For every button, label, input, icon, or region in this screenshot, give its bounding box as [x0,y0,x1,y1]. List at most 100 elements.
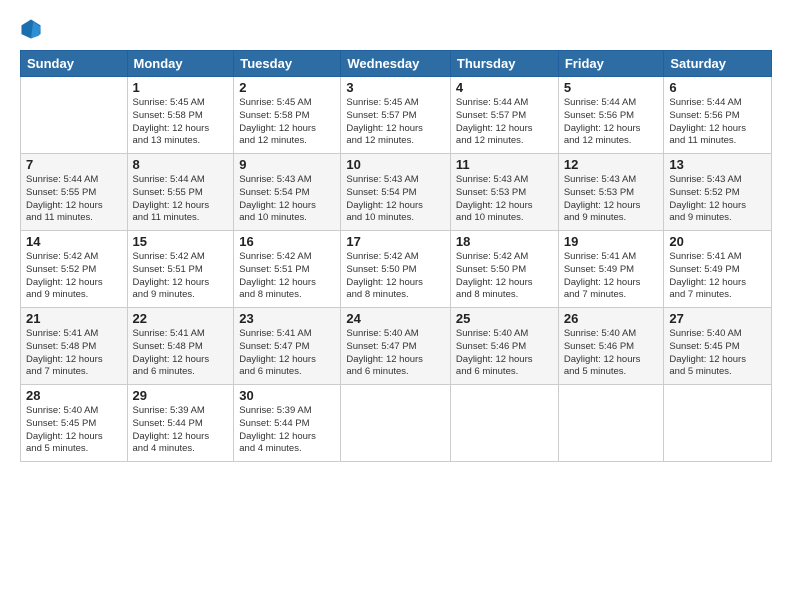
day-number: 3 [346,80,445,95]
cell-info: Sunrise: 5:43 AM Sunset: 5:54 PM Dayligh… [346,174,445,225]
cell-content [26,80,122,150]
calendar-cell: 6 Sunrise: 5:44 AM Sunset: 5:56 PM Daylig… [664,77,772,154]
cell-info: Sunrise: 5:40 AM Sunset: 5:46 PM Dayligh… [564,328,659,379]
calendar-cell: 3Sunrise: 5:45 AM Sunset: 5:57 PM Daylig… [341,77,451,154]
cell-content: 28Sunrise: 5:40 AM Sunset: 5:45 PM Dayli… [26,388,122,458]
day-number: 30 [239,388,335,403]
cell-info: Sunrise: 5:44 AM Sunset: 5:56 PM Dayligh… [669,97,766,148]
calendar-week-row: 1 Sunrise: 5:45 AM Sunset: 5:58 PM Daylig… [21,77,772,154]
calendar-cell: 26Sunrise: 5:40 AM Sunset: 5:46 PM Dayli… [558,308,664,385]
calendar-cell: 19 Sunrise: 5:41 AM Sunset: 5:49 PM Dayli… [558,231,664,308]
logo [20,18,48,40]
calendar-cell [21,77,128,154]
day-number: 24 [346,311,445,326]
day-number: 15 [133,234,229,249]
calendar-cell [558,385,664,462]
day-number: 21 [26,311,122,326]
day-number: 27 [669,311,766,326]
cell-content: 2Sunrise: 5:45 AM Sunset: 5:58 PM Daylig… [239,80,335,150]
cell-content: 29 Sunrise: 5:39 AM Sunset: 5:44 PM Dayli… [133,388,229,458]
cell-content [564,388,659,458]
calendar-cell: 22 Sunrise: 5:41 AM Sunset: 5:48 PM Dayli… [127,308,234,385]
cell-info: Sunrise: 5:42 AM Sunset: 5:51 PM Dayligh… [133,251,229,302]
cell-content: 30 Sunrise: 5:39 AM Sunset: 5:44 PM Dayli… [239,388,335,458]
cell-content: 7 Sunrise: 5:44 AM Sunset: 5:55 PM Daylig… [26,157,122,227]
calendar-week-row: 7 Sunrise: 5:44 AM Sunset: 5:55 PM Daylig… [21,154,772,231]
cell-content [346,388,445,458]
cell-info: Sunrise: 5:41 AM Sunset: 5:49 PM Dayligh… [564,251,659,302]
calendar-cell: 2Sunrise: 5:45 AM Sunset: 5:58 PM Daylig… [234,77,341,154]
day-number: 7 [26,157,122,172]
calendar-table: SundayMondayTuesdayWednesdayThursdayFrid… [20,50,772,462]
day-number: 4 [456,80,553,95]
cell-info: Sunrise: 5:44 AM Sunset: 5:56 PM Dayligh… [564,97,659,148]
cell-content: 21 Sunrise: 5:41 AM Sunset: 5:48 PM Dayli… [26,311,122,381]
calendar-cell [341,385,451,462]
calendar-cell: 23Sunrise: 5:41 AM Sunset: 5:47 PM Dayli… [234,308,341,385]
cell-info: Sunrise: 5:42 AM Sunset: 5:50 PM Dayligh… [346,251,445,302]
day-number: 22 [133,311,229,326]
day-number: 17 [346,234,445,249]
calendar-cell: 12 Sunrise: 5:43 AM Sunset: 5:53 PM Dayli… [558,154,664,231]
calendar-cell: 18 Sunrise: 5:42 AM Sunset: 5:50 PM Dayli… [450,231,558,308]
cell-info: Sunrise: 5:42 AM Sunset: 5:50 PM Dayligh… [456,251,553,302]
calendar-cell: 14 Sunrise: 5:42 AM Sunset: 5:52 PM Dayli… [21,231,128,308]
cell-info: Sunrise: 5:43 AM Sunset: 5:53 PM Dayligh… [564,174,659,225]
calendar-cell: 29 Sunrise: 5:39 AM Sunset: 5:44 PM Dayli… [127,385,234,462]
day-number: 6 [669,80,766,95]
calendar-cell: 16Sunrise: 5:42 AM Sunset: 5:51 PM Dayli… [234,231,341,308]
cell-content: 16Sunrise: 5:42 AM Sunset: 5:51 PM Dayli… [239,234,335,304]
calendar-cell [450,385,558,462]
col-header-saturday: Saturday [664,51,772,77]
calendar-cell: 1 Sunrise: 5:45 AM Sunset: 5:58 PM Daylig… [127,77,234,154]
cell-info: Sunrise: 5:41 AM Sunset: 5:48 PM Dayligh… [133,328,229,379]
cell-content: 14 Sunrise: 5:42 AM Sunset: 5:52 PM Dayli… [26,234,122,304]
cell-content: 5Sunrise: 5:44 AM Sunset: 5:56 PM Daylig… [564,80,659,150]
cell-content: 6 Sunrise: 5:44 AM Sunset: 5:56 PM Daylig… [669,80,766,150]
col-header-tuesday: Tuesday [234,51,341,77]
calendar-header-row: SundayMondayTuesdayWednesdayThursdayFrid… [21,51,772,77]
day-number: 9 [239,157,335,172]
cell-content: 11Sunrise: 5:43 AM Sunset: 5:53 PM Dayli… [456,157,553,227]
cell-content: 25Sunrise: 5:40 AM Sunset: 5:46 PM Dayli… [456,311,553,381]
day-number: 1 [133,80,229,95]
day-number: 14 [26,234,122,249]
calendar-cell: 21 Sunrise: 5:41 AM Sunset: 5:48 PM Dayli… [21,308,128,385]
cell-info: Sunrise: 5:41 AM Sunset: 5:48 PM Dayligh… [26,328,122,379]
day-number: 13 [669,157,766,172]
cell-info: Sunrise: 5:42 AM Sunset: 5:52 PM Dayligh… [26,251,122,302]
cell-content: 23Sunrise: 5:41 AM Sunset: 5:47 PM Dayli… [239,311,335,381]
cell-info: Sunrise: 5:40 AM Sunset: 5:46 PM Dayligh… [456,328,553,379]
cell-content: 18 Sunrise: 5:42 AM Sunset: 5:50 PM Dayli… [456,234,553,304]
col-header-thursday: Thursday [450,51,558,77]
cell-info: Sunrise: 5:45 AM Sunset: 5:58 PM Dayligh… [133,97,229,148]
day-number: 29 [133,388,229,403]
cell-content [669,388,766,458]
calendar-cell: 27Sunrise: 5:40 AM Sunset: 5:45 PM Dayli… [664,308,772,385]
cell-info: Sunrise: 5:44 AM Sunset: 5:55 PM Dayligh… [26,174,122,225]
calendar-cell: 24 Sunrise: 5:40 AM Sunset: 5:47 PM Dayli… [341,308,451,385]
calendar-cell: 8Sunrise: 5:44 AM Sunset: 5:55 PM Daylig… [127,154,234,231]
cell-content: 20Sunrise: 5:41 AM Sunset: 5:49 PM Dayli… [669,234,766,304]
day-number: 23 [239,311,335,326]
cell-content: 27Sunrise: 5:40 AM Sunset: 5:45 PM Dayli… [669,311,766,381]
calendar-cell: 28Sunrise: 5:40 AM Sunset: 5:45 PM Dayli… [21,385,128,462]
cell-info: Sunrise: 5:43 AM Sunset: 5:52 PM Dayligh… [669,174,766,225]
cell-info: Sunrise: 5:43 AM Sunset: 5:54 PM Dayligh… [239,174,335,225]
calendar-cell: 15 Sunrise: 5:42 AM Sunset: 5:51 PM Dayli… [127,231,234,308]
cell-info: Sunrise: 5:43 AM Sunset: 5:53 PM Dayligh… [456,174,553,225]
header [20,18,772,40]
cell-info: Sunrise: 5:39 AM Sunset: 5:44 PM Dayligh… [239,405,335,456]
col-header-wednesday: Wednesday [341,51,451,77]
day-number: 12 [564,157,659,172]
day-number: 19 [564,234,659,249]
col-header-monday: Monday [127,51,234,77]
cell-info: Sunrise: 5:40 AM Sunset: 5:47 PM Dayligh… [346,328,445,379]
cell-info: Sunrise: 5:41 AM Sunset: 5:49 PM Dayligh… [669,251,766,302]
day-number: 18 [456,234,553,249]
cell-content: 4Sunrise: 5:44 AM Sunset: 5:57 PM Daylig… [456,80,553,150]
cell-info: Sunrise: 5:39 AM Sunset: 5:44 PM Dayligh… [133,405,229,456]
calendar-cell: 20Sunrise: 5:41 AM Sunset: 5:49 PM Dayli… [664,231,772,308]
cell-content: 26Sunrise: 5:40 AM Sunset: 5:46 PM Dayli… [564,311,659,381]
calendar-cell [664,385,772,462]
